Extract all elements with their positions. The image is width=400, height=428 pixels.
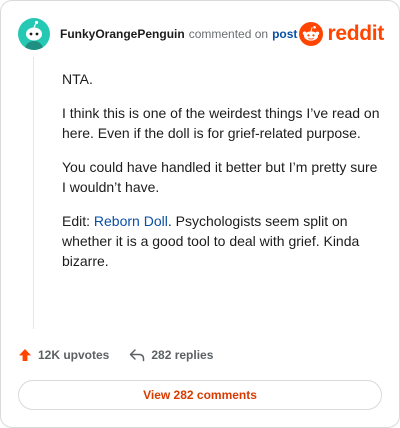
reply-stat[interactable]: 282 replies — [129, 348, 213, 362]
comment-edit-paragraph: Edit: Reborn Doll. Psychologists seem sp… — [62, 211, 380, 271]
reddit-logo[interactable]: reddit — [299, 22, 384, 46]
comment-footer: 12K upvotes 282 replies — [18, 345, 213, 365]
comment-paragraph: NTA. — [62, 71, 93, 87]
upvote-arrow-icon — [19, 349, 31, 361]
comment-paragraph: You could have handled it better but I’m… — [62, 159, 378, 195]
upvote-stat[interactable]: 12K upvotes — [18, 348, 109, 362]
reborn-doll-link[interactable]: Reborn Doll — [94, 213, 168, 229]
comment-header: FunkyOrangePenguin commented on post red… — [18, 18, 384, 50]
edit-prefix: Edit: — [62, 213, 94, 229]
comment-paragraph: I think this is one of the weirdest thin… — [62, 105, 380, 141]
upvote-count: 12K upvotes — [38, 348, 110, 362]
comment-card: FunkyOrangePenguin commented on post red… — [0, 0, 400, 428]
post-link[interactable]: post — [272, 27, 297, 41]
reply-count: 282 replies — [151, 348, 214, 362]
action-text: commented on — [188, 27, 269, 41]
thread-line — [33, 57, 34, 329]
snoo-avatar-icon[interactable] — [18, 18, 50, 50]
reply-arrow-icon — [130, 349, 145, 362]
brand-wordmark: reddit — [327, 22, 384, 45]
reddit-alien-icon — [299, 22, 324, 46]
comment-body: NTA. I think this is one of the weirdest… — [62, 69, 380, 285]
comment-meta: FunkyOrangePenguin commented on post — [60, 27, 297, 41]
username[interactable]: FunkyOrangePenguin — [60, 27, 185, 41]
view-comments-button[interactable]: View 282 comments — [18, 380, 382, 410]
